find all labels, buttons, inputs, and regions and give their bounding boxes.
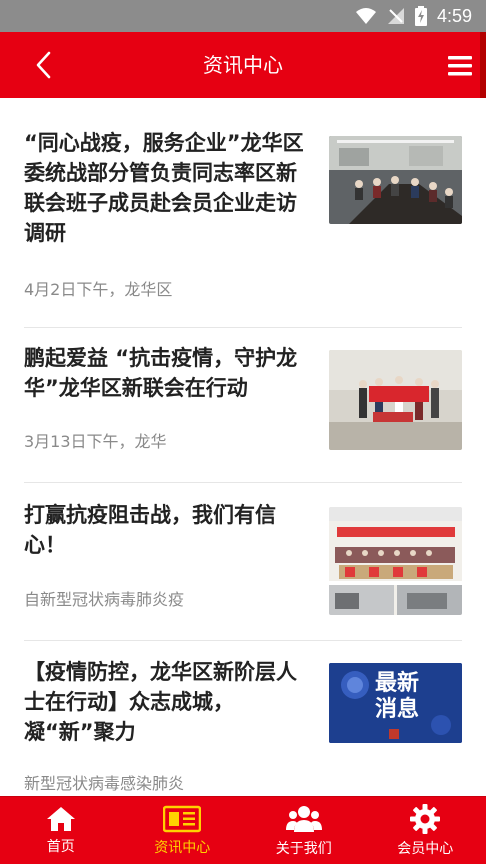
tab-news-center[interactable]: 资讯中心 bbox=[122, 797, 244, 864]
tab-label: 会员中心 bbox=[397, 840, 454, 857]
battery-charging-icon bbox=[414, 6, 427, 26]
news-title[interactable]: 【疫情防控，龙华区新阶层人士在行动】众志成城，凝“新”聚力 bbox=[24, 657, 314, 747]
app-header: 资讯中心 bbox=[0, 32, 486, 98]
tab-label: 首页 bbox=[46, 838, 75, 855]
news-summary: 3月13日下午，龙华 bbox=[24, 432, 167, 451]
donation-photo-image bbox=[329, 507, 462, 615]
banner-text: 最新消息 bbox=[374, 671, 419, 722]
news-thumbnail[interactable]: 最新消息 bbox=[329, 663, 462, 743]
status-icons: 4:59 bbox=[355, 0, 472, 32]
no-signal-icon bbox=[387, 7, 405, 25]
meeting-photo-image bbox=[329, 136, 462, 224]
page-title: 资讯中心 bbox=[203, 53, 283, 77]
news-feed[interactable]: “同心战疫，服务企业”龙华区委统战部分管负责同志率区新联会班子成员赴会员企业走访… bbox=[0, 98, 486, 796]
status-time: 4:59 bbox=[436, 5, 472, 26]
wifi-icon bbox=[355, 7, 377, 25]
tab-home[interactable]: 首页 bbox=[0, 797, 122, 864]
home-icon bbox=[46, 806, 75, 831]
news-summary: 自新型冠状病毒肺炎疫 bbox=[24, 590, 185, 609]
news-thumbnail[interactable] bbox=[329, 136, 462, 224]
hamburger-menu-icon bbox=[448, 56, 472, 76]
news-item[interactable]: 鹏起爱益 “抗击疫情，守护龙华”龙华区新联会在行动 3月13日下午，龙华 bbox=[24, 328, 462, 483]
news-icon bbox=[163, 805, 202, 832]
menu-button[interactable] bbox=[446, 52, 474, 80]
tab-label: 关于我们 bbox=[275, 840, 332, 857]
news-title[interactable]: 鹏起爱益 “抗击疫情，守护龙华”龙华区新联会在行动 bbox=[24, 343, 314, 403]
news-thumbnail[interactable] bbox=[329, 350, 462, 450]
news-item[interactable]: “同心战疫，服务企业”龙华区委统战部分管负责同志率区新联会班子成员赴会员企业走访… bbox=[24, 98, 462, 328]
bottom-tab-bar: 首页 资讯中心 关于我们 会员中心 bbox=[0, 796, 486, 864]
gear-icon bbox=[410, 803, 441, 834]
news-thumbnail[interactable] bbox=[329, 507, 462, 615]
news-summary: 新型冠状病毒感染肺炎 bbox=[24, 774, 185, 793]
news-item[interactable]: 打赢抗疫阻击战，我们有信心！ 自新型冠状病毒肺炎疫 bbox=[24, 483, 462, 641]
news-summary: 4月2日下午，龙华区 bbox=[24, 280, 173, 299]
news-title[interactable]: 打赢抗疫阻击战，我们有信心！ bbox=[24, 500, 314, 560]
group-photo-image bbox=[329, 350, 462, 450]
scrollbar-thumb[interactable] bbox=[480, 32, 486, 98]
tab-about-us[interactable]: 关于我们 bbox=[243, 797, 365, 864]
status-bar: 4:59 bbox=[0, 0, 486, 32]
news-title[interactable]: “同心战疫，服务企业”龙华区委统战部分管负责同志率区新联会班子成员赴会员企业走访… bbox=[24, 128, 314, 248]
tab-label: 资讯中心 bbox=[154, 839, 211, 856]
tab-member-center[interactable]: 会员中心 bbox=[365, 797, 486, 864]
people-icon bbox=[285, 805, 322, 832]
